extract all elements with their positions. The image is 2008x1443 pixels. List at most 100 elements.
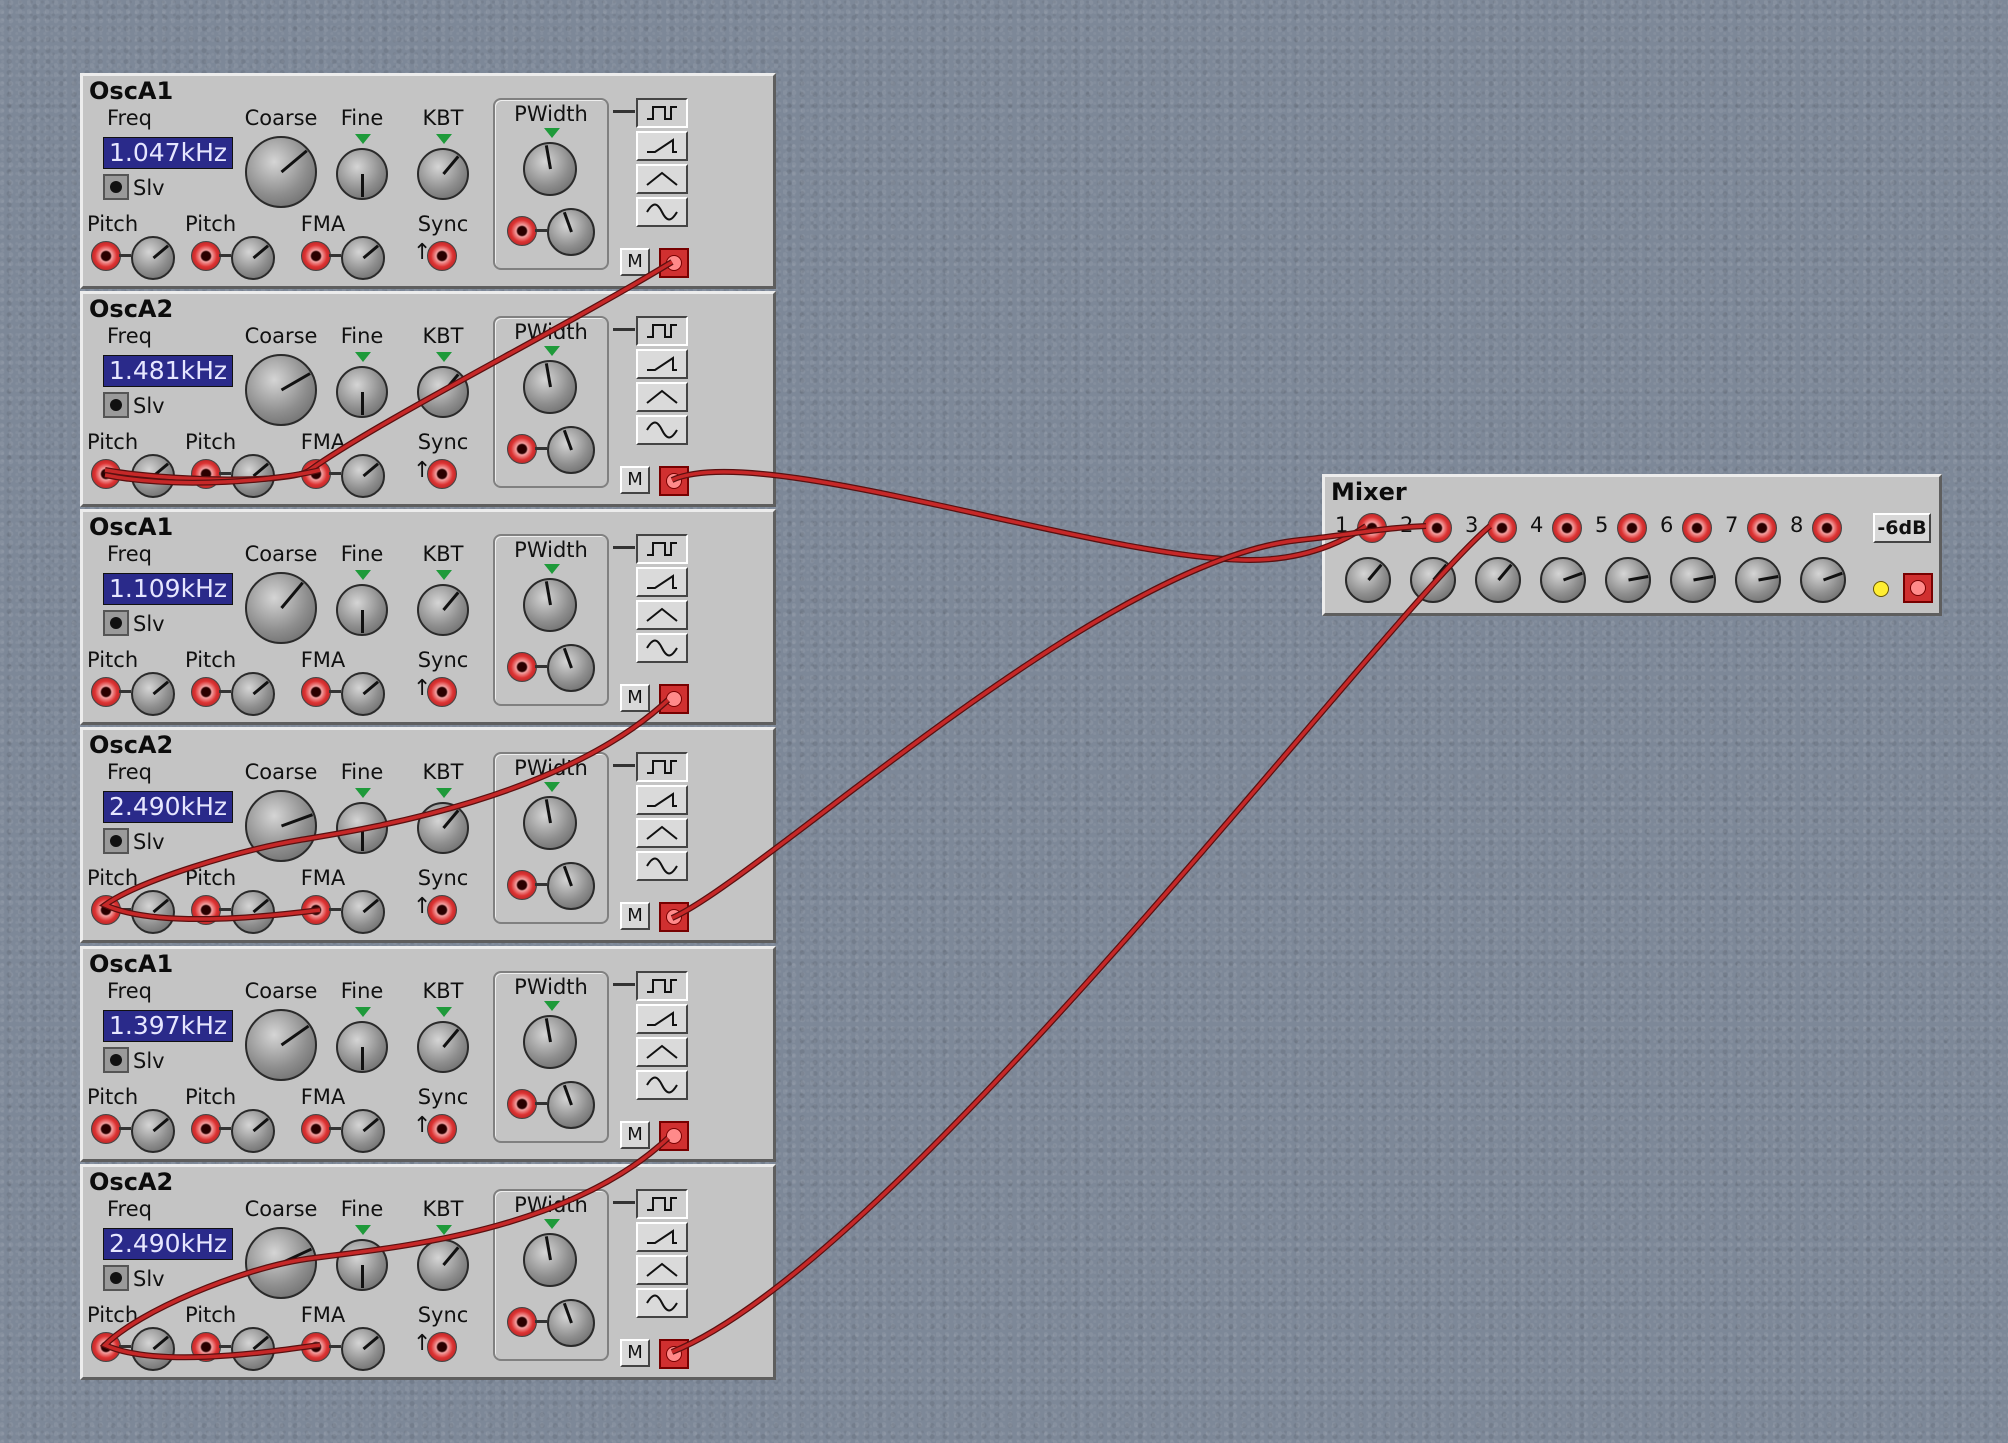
pitch-input-jack-1[interactable] [91, 895, 121, 925]
saw-wave-button[interactable] [636, 349, 688, 379]
pitch-knob-2[interactable] [231, 672, 275, 716]
sync-input-jack[interactable] [427, 895, 457, 925]
minus-6db-button[interactable]: -6dB [1873, 513, 1931, 543]
pitch-input-jack-2[interactable] [191, 895, 221, 925]
output-jack[interactable] [659, 1339, 689, 1369]
mute-button[interactable]: M [620, 466, 650, 494]
fma-knob[interactable] [341, 1327, 385, 1371]
mixer-level-knob-7[interactable] [1735, 557, 1781, 603]
sync-input-jack[interactable] [427, 677, 457, 707]
mixer-input-jack-1[interactable] [1357, 513, 1387, 543]
mixer-input-jack-7[interactable] [1747, 513, 1777, 543]
fine-knob[interactable] [336, 1239, 388, 1291]
slave-toggle[interactable] [103, 174, 129, 200]
mute-button[interactable]: M [620, 902, 650, 930]
frequency-display[interactable]: 1.047kHz [103, 137, 233, 169]
square-wave-button[interactable] [636, 316, 688, 346]
kbt-knob[interactable] [417, 584, 469, 636]
pitch-input-jack-1[interactable] [91, 241, 121, 271]
output-jack[interactable] [659, 466, 689, 496]
fma-knob[interactable] [341, 672, 385, 716]
pitch-input-jack-1[interactable] [91, 677, 121, 707]
frequency-display[interactable]: 2.490kHz [103, 1228, 233, 1260]
sine-wave-button[interactable] [636, 633, 688, 663]
mixer-level-knob-5[interactable] [1605, 557, 1651, 603]
patch-cable[interactable] [671, 524, 1427, 920]
mixer-level-knob-3[interactable] [1475, 557, 1521, 603]
pwidth-mod-input-jack[interactable] [507, 1089, 537, 1119]
kbt-knob[interactable] [417, 802, 469, 854]
fine-knob[interactable] [336, 802, 388, 854]
square-wave-button[interactable] [636, 971, 688, 1001]
sync-input-jack[interactable] [427, 1114, 457, 1144]
square-wave-button[interactable] [636, 752, 688, 782]
sine-wave-button[interactable] [636, 197, 688, 227]
triangle-wave-button[interactable] [636, 600, 688, 630]
mute-button[interactable]: M [620, 684, 650, 712]
coarse-knob[interactable] [245, 1227, 317, 1299]
triangle-wave-button[interactable] [636, 164, 688, 194]
frequency-display[interactable]: 1.481kHz [103, 355, 233, 387]
pitch-input-jack-2[interactable] [191, 1114, 221, 1144]
output-jack[interactable] [659, 248, 689, 278]
fma-input-jack[interactable] [301, 1332, 331, 1362]
pwidth-mod-input-jack[interactable] [507, 216, 537, 246]
coarse-knob[interactable] [245, 572, 317, 644]
fma-knob[interactable] [341, 890, 385, 934]
pwidth-knob[interactable] [523, 578, 577, 632]
slave-toggle[interactable] [103, 828, 129, 854]
slave-toggle[interactable] [103, 610, 129, 636]
fma-knob[interactable] [341, 454, 385, 498]
fine-knob[interactable] [336, 148, 388, 200]
mixer-input-jack-2[interactable] [1422, 513, 1452, 543]
triangle-wave-button[interactable] [636, 818, 688, 848]
mixer-input-jack-6[interactable] [1682, 513, 1712, 543]
slave-toggle[interactable] [103, 1265, 129, 1291]
saw-wave-button[interactable] [636, 1222, 688, 1252]
pitch-knob-1[interactable] [131, 1327, 175, 1371]
pitch-knob-1[interactable] [131, 672, 175, 716]
coarse-knob[interactable] [245, 354, 317, 426]
fma-knob[interactable] [341, 1109, 385, 1153]
square-wave-button[interactable] [636, 1189, 688, 1219]
mute-button[interactable]: M [620, 248, 650, 276]
sync-input-jack[interactable] [427, 1332, 457, 1362]
square-wave-button[interactable] [636, 534, 688, 564]
pwidth-mod-knob[interactable] [547, 644, 595, 692]
pitch-input-jack-2[interactable] [191, 459, 221, 489]
pwidth-mod-input-jack[interactable] [507, 652, 537, 682]
fine-knob[interactable] [336, 1021, 388, 1073]
output-jack[interactable] [659, 1121, 689, 1151]
sine-wave-button[interactable] [636, 415, 688, 445]
pitch-knob-2[interactable] [231, 890, 275, 934]
pitch-knob-1[interactable] [131, 236, 175, 280]
pitch-input-jack-2[interactable] [191, 1332, 221, 1362]
output-jack[interactable] [659, 902, 689, 932]
frequency-display[interactable]: 2.490kHz [103, 791, 233, 823]
fine-knob[interactable] [336, 584, 388, 636]
pitch-knob-2[interactable] [231, 454, 275, 498]
pitch-input-jack-1[interactable] [91, 1332, 121, 1362]
pwidth-knob[interactable] [523, 360, 577, 414]
kbt-knob[interactable] [417, 148, 469, 200]
pwidth-mod-knob[interactable] [547, 426, 595, 474]
mixer-level-knob-8[interactable] [1800, 557, 1846, 603]
mixer-output-jack[interactable] [1903, 573, 1933, 603]
pitch-knob-2[interactable] [231, 1327, 275, 1371]
mixer-input-jack-5[interactable] [1617, 513, 1647, 543]
mute-button[interactable]: M [620, 1121, 650, 1149]
output-jack[interactable] [659, 684, 689, 714]
pwidth-knob[interactable] [523, 1015, 577, 1069]
mixer-input-jack-4[interactable] [1552, 513, 1582, 543]
pitch-input-jack-1[interactable] [91, 1114, 121, 1144]
triangle-wave-button[interactable] [636, 1037, 688, 1067]
mixer-level-knob-2[interactable] [1410, 557, 1456, 603]
fma-input-jack[interactable] [301, 241, 331, 271]
pwidth-mod-input-jack[interactable] [507, 870, 537, 900]
sine-wave-button[interactable] [636, 1070, 688, 1100]
pwidth-knob[interactable] [523, 796, 577, 850]
pitch-input-jack-2[interactable] [191, 241, 221, 271]
fine-knob[interactable] [336, 366, 388, 418]
patch-cable[interactable] [671, 470, 1367, 562]
pwidth-mod-knob[interactable] [547, 1081, 595, 1129]
